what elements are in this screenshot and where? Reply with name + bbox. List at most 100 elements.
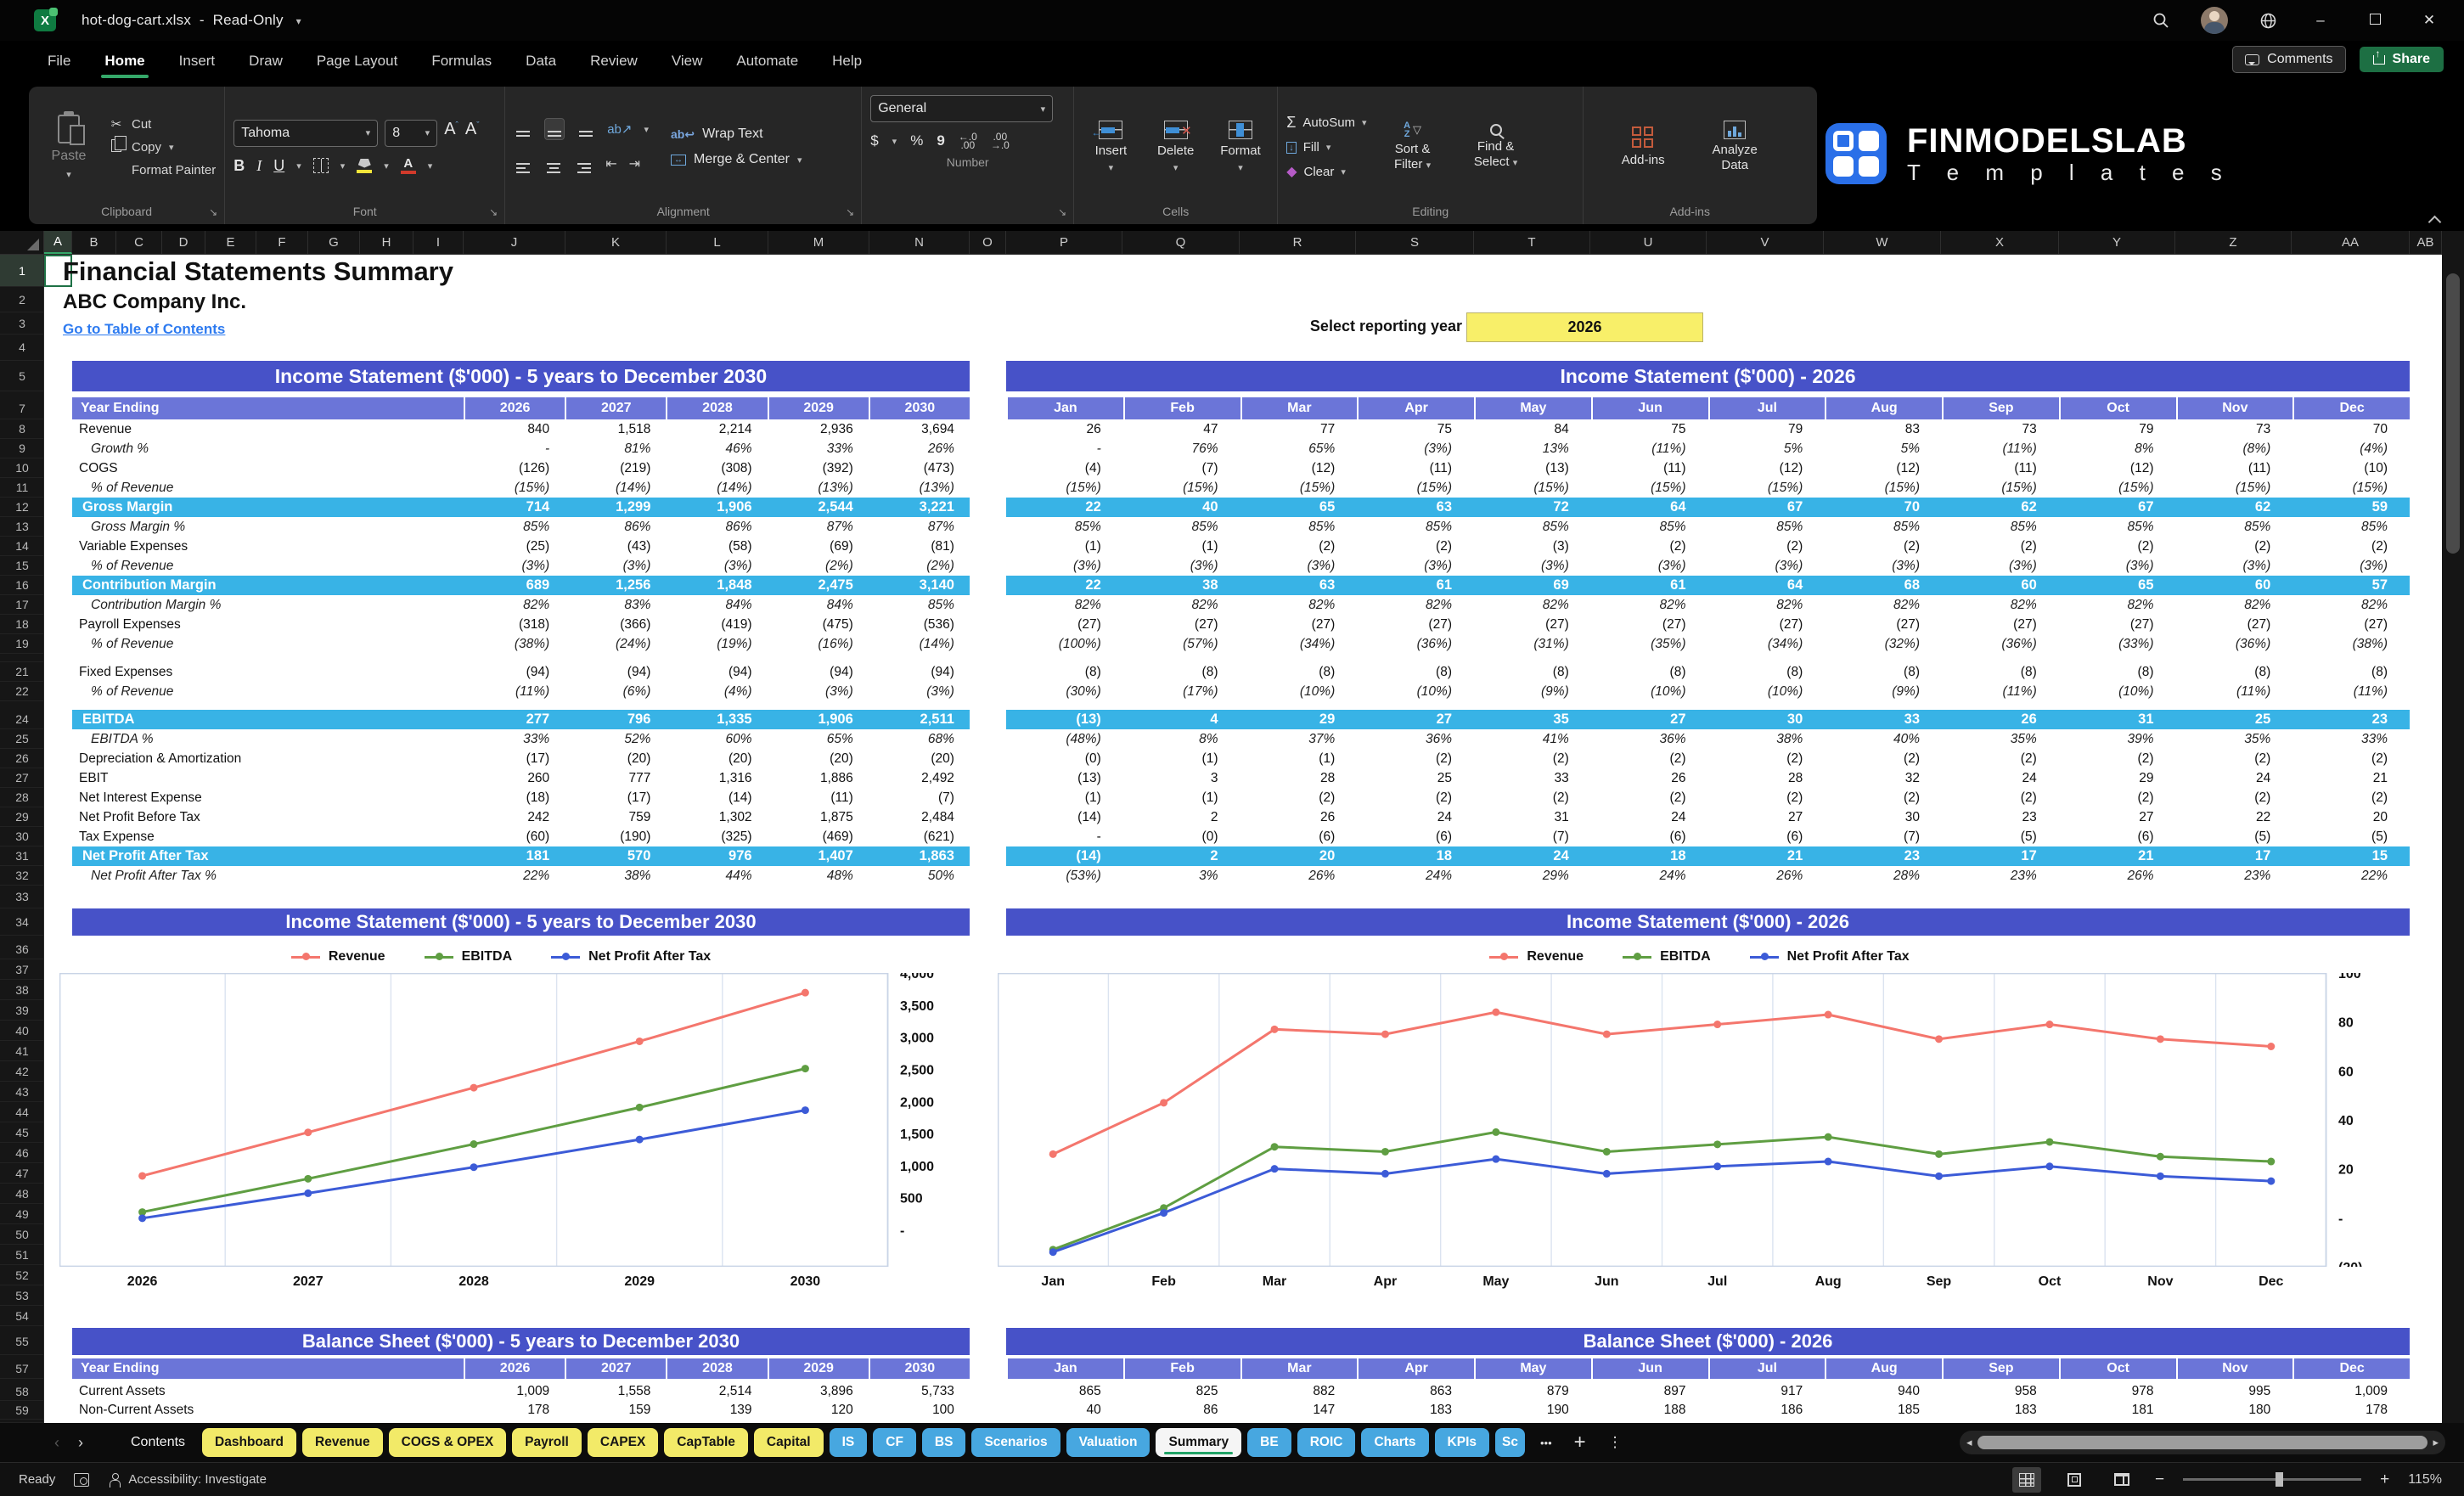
cell[interactable]: 23: [1942, 807, 2059, 827]
cell[interactable]: (14): [1006, 807, 1123, 827]
ribbon-tab-file[interactable]: File: [34, 46, 84, 76]
cell[interactable]: 26: [1240, 807, 1358, 827]
table-header-cell[interactable]: Oct: [2058, 397, 2176, 419]
cell[interactable]: (2): [1240, 537, 1358, 556]
sheet-tab-kpis[interactable]: KPIs: [1434, 1428, 1490, 1457]
cell[interactable]: (8): [1591, 662, 1708, 682]
cell[interactable]: (11%): [2292, 682, 2410, 701]
row-label[interactable]: Gross Margin %: [72, 517, 464, 537]
cell[interactable]: (325): [666, 827, 767, 846]
tabs-scroll-right-icon[interactable]: ›: [78, 1434, 83, 1452]
cell[interactable]: 85%: [1123, 517, 1240, 537]
column-header-O[interactable]: O: [970, 231, 1006, 254]
cell[interactable]: 24: [1942, 768, 2059, 788]
cell[interactable]: 879: [1474, 1382, 1591, 1401]
table-header-cell[interactable]: 2028: [666, 397, 767, 419]
row-header-36[interactable]: 36: [0, 939, 43, 959]
row-header-27[interactable]: 27: [0, 768, 43, 788]
cell[interactable]: (10%): [1240, 682, 1358, 701]
cell[interactable]: 82%: [1942, 595, 2059, 615]
format-cells-button[interactable]: Format ▾: [1212, 95, 1269, 199]
cell[interactable]: (219): [565, 458, 666, 478]
cell[interactable]: (14): [1006, 846, 1123, 866]
cell[interactable]: 3,221: [869, 498, 970, 517]
cell[interactable]: (11): [2176, 458, 2293, 478]
cell[interactable]: (4%): [2292, 439, 2410, 458]
cell[interactable]: (8): [2292, 662, 2410, 682]
table-header-cell[interactable]: 2028: [666, 1358, 767, 1379]
copy-button[interactable]: Copy ▾: [109, 136, 216, 155]
table-header-cell[interactable]: 2026: [464, 397, 565, 419]
cell[interactable]: (2): [2059, 749, 2176, 768]
cell[interactable]: (6): [2059, 827, 2176, 846]
cell[interactable]: 38%: [565, 866, 666, 886]
cell[interactable]: 8%: [2059, 439, 2176, 458]
row-label[interactable]: Gross Margin: [72, 498, 464, 517]
cell[interactable]: 26%: [1240, 866, 1358, 886]
cell[interactable]: (2): [1825, 749, 1942, 768]
cell[interactable]: (2): [1591, 537, 1708, 556]
macro-record-icon[interactable]: [74, 1472, 90, 1487]
row-header-18[interactable]: 18: [0, 615, 43, 634]
column-header-R[interactable]: R: [1240, 231, 1356, 254]
align-left-icon[interactable]: [514, 151, 532, 176]
cell[interactable]: (58): [666, 537, 767, 556]
cell[interactable]: (8): [2059, 662, 2176, 682]
cell[interactable]: 917: [1708, 1382, 1825, 1401]
cell[interactable]: (27): [1123, 615, 1240, 634]
cell[interactable]: (27): [1591, 615, 1708, 634]
cell[interactable]: (6%): [565, 682, 666, 701]
table-header-cell[interactable]: Dec: [2292, 1358, 2410, 1379]
cell[interactable]: 79: [1708, 419, 1825, 439]
column-header-S[interactable]: S: [1356, 231, 1474, 254]
cell[interactable]: (1): [1240, 749, 1358, 768]
column-header-AB[interactable]: AB: [2410, 231, 2442, 254]
zoom-slider-thumb[interactable]: [2276, 1472, 2284, 1487]
cell[interactable]: 24%: [1357, 866, 1474, 886]
cell[interactable]: 48%: [768, 866, 869, 886]
normal-view-button[interactable]: [2012, 1466, 2042, 1493]
cell[interactable]: (8): [1708, 662, 1825, 682]
cell[interactable]: 85%: [1825, 517, 1942, 537]
row-header-42[interactable]: 42: [0, 1061, 43, 1082]
row-header-32[interactable]: 32: [0, 866, 43, 886]
cell[interactable]: (12): [2059, 458, 2176, 478]
sheet-tab-charts[interactable]: Charts: [1361, 1428, 1429, 1457]
borders-icon[interactable]: [312, 158, 329, 173]
cell[interactable]: (53%): [1006, 866, 1123, 886]
row-label[interactable]: EBITDA: [72, 710, 464, 729]
cell[interactable]: (15%): [464, 478, 565, 498]
zoom-in-button[interactable]: +: [2380, 1471, 2389, 1489]
cell[interactable]: (3%): [2059, 556, 2176, 576]
ribbon-tab-home[interactable]: Home: [91, 46, 158, 78]
row-header-8[interactable]: 8: [0, 419, 43, 439]
cell[interactable]: 120: [768, 1401, 869, 1420]
cell[interactable]: 190: [1474, 1401, 1591, 1420]
cell[interactable]: (20): [869, 749, 970, 768]
cell[interactable]: (7): [1474, 827, 1591, 846]
column-header-E[interactable]: E: [205, 231, 256, 254]
cell[interactable]: (11%): [1591, 439, 1708, 458]
cell[interactable]: 840: [464, 419, 565, 439]
sheet-tab-roic[interactable]: ROIC: [1297, 1428, 1356, 1457]
cell[interactable]: 242: [464, 807, 565, 827]
cell[interactable]: 62: [1942, 498, 2059, 517]
cell[interactable]: 81%: [565, 439, 666, 458]
table-header-cell[interactable]: 2030: [868, 397, 970, 419]
sheet-tab-payroll[interactable]: Payroll: [512, 1428, 582, 1457]
cell[interactable]: (3%): [1825, 556, 1942, 576]
cell[interactable]: (5): [1942, 827, 2059, 846]
cell[interactable]: 65%: [1240, 439, 1358, 458]
comments-button[interactable]: Comments: [2232, 46, 2346, 73]
row-header-58[interactable]: 58: [0, 1382, 43, 1401]
cell[interactable]: 61: [1591, 576, 1708, 595]
cell[interactable]: 22%: [464, 866, 565, 886]
cell[interactable]: 23%: [1942, 866, 2059, 886]
table-header-cell[interactable]: 2027: [565, 397, 666, 419]
cell[interactable]: 28: [1708, 768, 1825, 788]
cell[interactable]: 40: [1006, 1401, 1123, 1420]
cell[interactable]: 21: [2059, 846, 2176, 866]
cell[interactable]: 20: [2292, 807, 2410, 827]
cell[interactable]: (2): [2176, 749, 2293, 768]
cell[interactable]: 2,492: [869, 768, 970, 788]
